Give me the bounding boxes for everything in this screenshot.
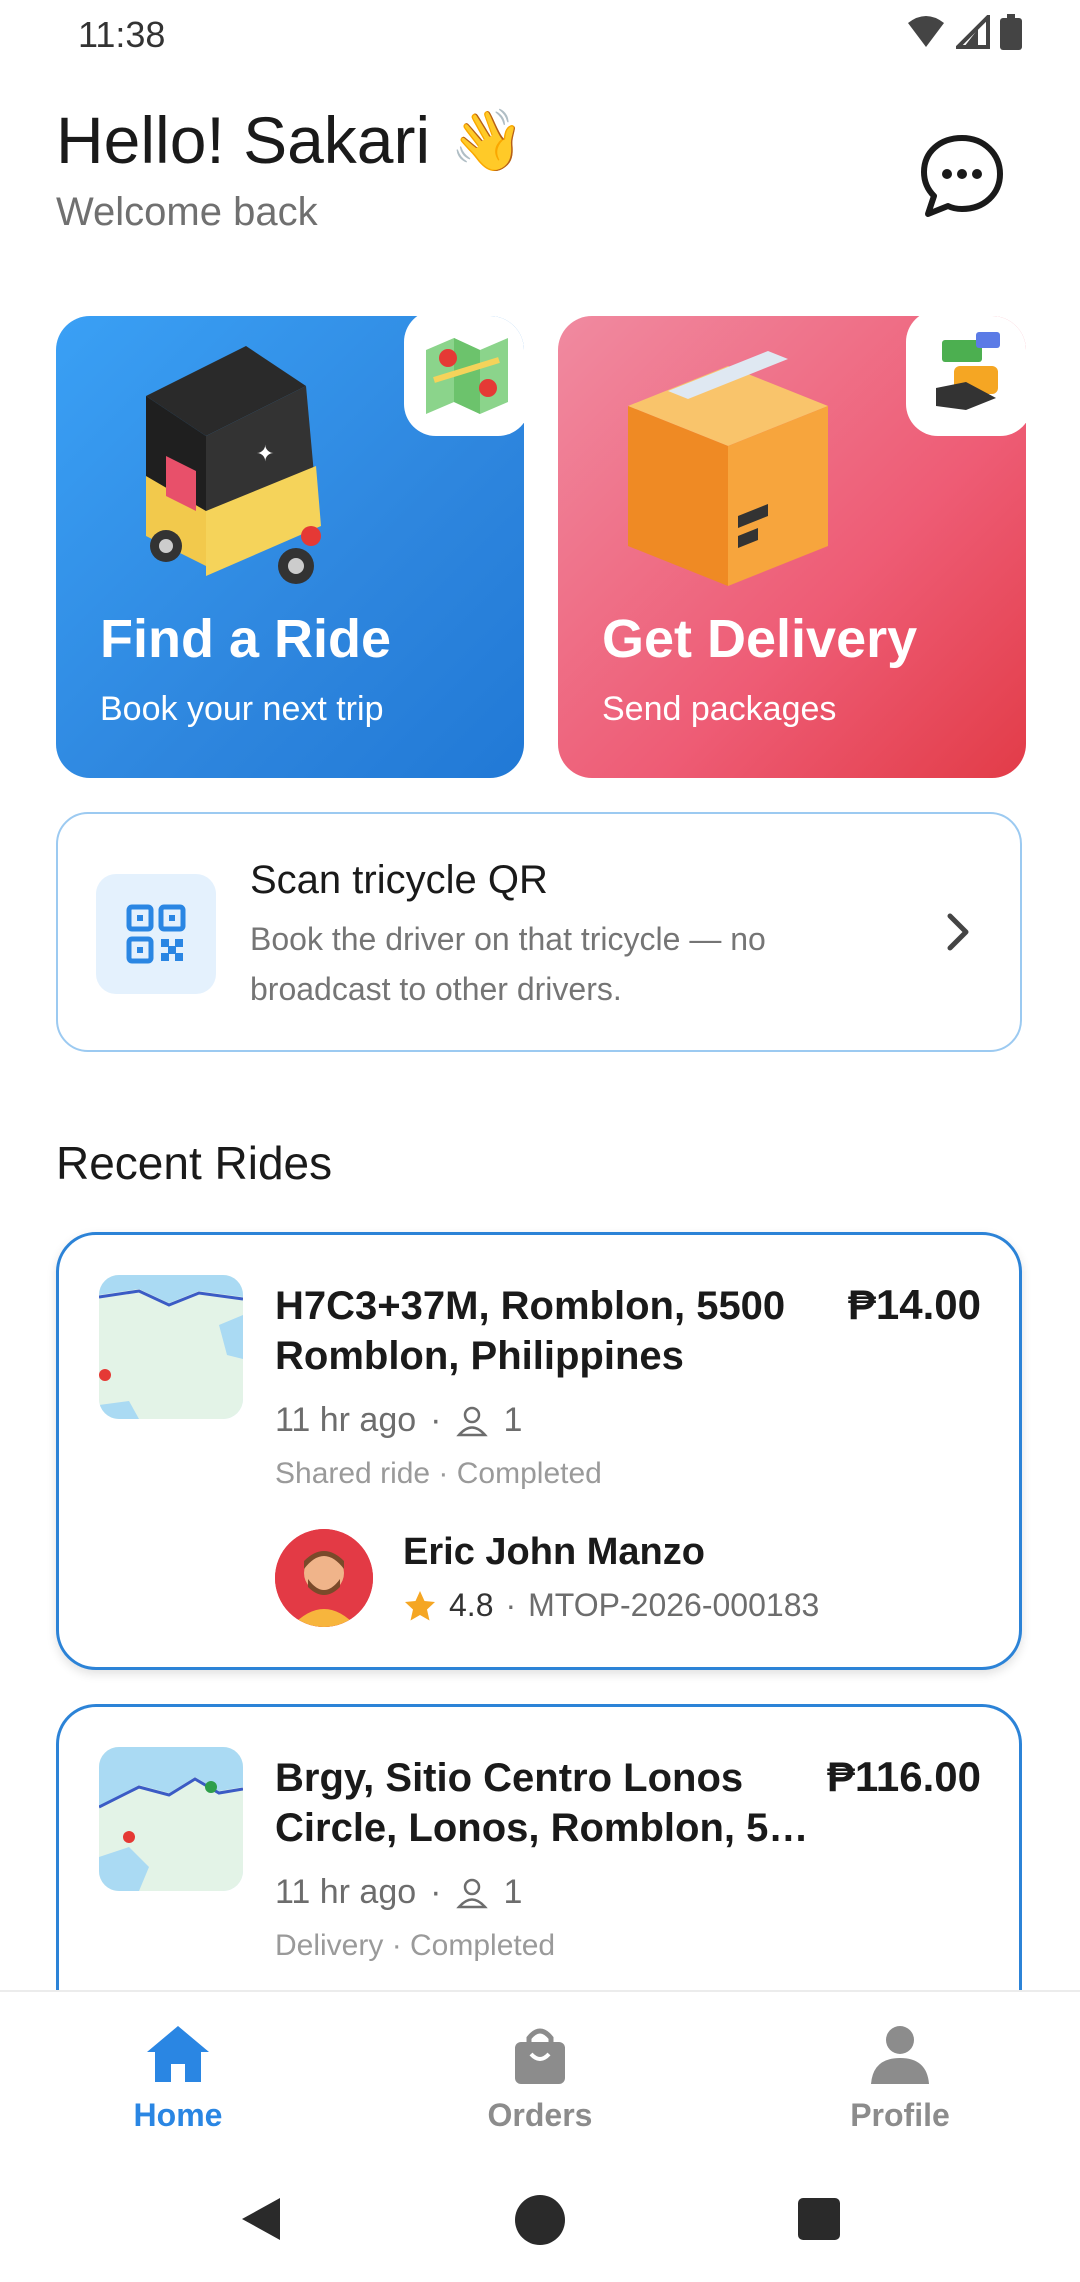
ride-passengers: 1: [503, 1873, 523, 1911]
ride-status: Shared ride · Completed: [275, 1457, 602, 1490]
dot-separator: ·: [505, 1587, 517, 1623]
ride-passengers: 1: [503, 1401, 523, 1439]
scan-qr-row[interactable]: Scan tricycle QR Book the driver on that…: [56, 812, 1022, 1052]
ride-meta: 11 hr ago · 1: [275, 1401, 522, 1440]
driver-meta: 4.8 · MTOP-2026-000183: [403, 1587, 819, 1624]
home-icon: [147, 2026, 209, 2082]
get-delivery-card[interactable]: Get Delivery Send packages: [558, 316, 1026, 778]
status-icons: [906, 14, 1022, 50]
tricycle-illustration: ✦: [146, 346, 321, 584]
wave-emoji: 👋: [450, 106, 525, 174]
ride-time-ago: 11 hr ago: [275, 1401, 417, 1439]
payment-badge: [906, 316, 1026, 436]
system-navigation-bar: [0, 2162, 1080, 2272]
wifi-icon: [908, 16, 944, 47]
ride-time-ago: 11 hr ago: [275, 1873, 417, 1911]
greeting: Hello! Sakari 👋: [56, 102, 525, 178]
scan-description: Book the driver on that tricycle — no br…: [250, 921, 766, 1007]
recent-ride-card[interactable]: Brgy, Sitio Centro Lonos Circle, Lonos, …: [56, 1704, 1022, 2034]
greeting-text: Hello! Sakari: [56, 103, 431, 177]
scan-title: Scan tricycle QR: [250, 858, 548, 902]
nav-home-label: Home: [133, 2097, 223, 2133]
nav-orders-label: Orders: [487, 2097, 593, 2133]
welcome-subtitle: Welcome back: [56, 190, 318, 234]
driver-name: Eric John Manzo: [403, 1531, 705, 1573]
ride-map-thumbnail: [99, 1747, 243, 1891]
recents-icon[interactable]: [796, 2196, 842, 2242]
nav-profile[interactable]: Profile: [800, 2022, 1000, 2134]
driver-rating: 4.8: [449, 1587, 494, 1623]
ride-map-thumbnail: [99, 1275, 243, 1419]
ride-status: Delivery · Completed: [275, 1929, 556, 1962]
nav-home[interactable]: Home: [78, 2022, 278, 2134]
find-ride-card[interactable]: ✦ Find a Ride Book your next trip: [56, 316, 524, 778]
person-icon: [456, 1878, 489, 1908]
status-time: 11:38: [78, 14, 166, 55]
nav-profile-label: Profile: [850, 2097, 950, 2133]
ride-address: H7C3+37M, Romblon, 5500 Romblon, Philipp…: [275, 1284, 786, 1378]
svg-text:✦: ✦: [256, 441, 274, 466]
nav-orders[interactable]: Orders: [440, 2022, 640, 2134]
qr-code-icon: [96, 874, 216, 994]
delivery-card-title: Get Delivery: [602, 609, 918, 669]
map-badge: [404, 316, 524, 436]
dot-separator: ·: [430, 1401, 442, 1439]
ride-card-subtitle: Book your next trip: [100, 690, 384, 728]
star-icon: [405, 1590, 435, 1620]
home-circle-icon[interactable]: [514, 2194, 566, 2246]
recent-rides-title: Recent Rides: [56, 1137, 333, 1189]
shopping-bag-icon: [515, 2028, 565, 2084]
ride-price: ₱116.00: [826, 1753, 981, 1800]
bottom-navigation: Home Orders Profile: [0, 1990, 1080, 2282]
map-icon: [426, 338, 508, 414]
package-illustration: [628, 351, 828, 586]
ride-address: Brgy, Sitio Centro Lonos Circle, Lonos, …: [275, 1756, 809, 1850]
ride-price: ₱14.00: [847, 1281, 981, 1328]
person-icon: [871, 2026, 929, 2084]
signal-icon: [956, 15, 990, 49]
delivery-card-subtitle: Send packages: [602, 690, 837, 728]
back-icon[interactable]: [238, 2194, 284, 2244]
recent-ride-card[interactable]: H7C3+37M, Romblon, 5500 Romblon, Philipp…: [56, 1232, 1022, 1670]
driver-avatar: [275, 1529, 373, 1627]
chevron-right-icon: [947, 913, 969, 951]
ride-card-title: Find a Ride: [100, 609, 392, 669]
chat-button[interactable]: [916, 130, 1008, 222]
driver-plate: MTOP-2026-000183: [528, 1587, 820, 1623]
chat-icon: [921, 135, 1003, 217]
ride-meta: 11 hr ago · 1: [275, 1873, 522, 1912]
person-icon: [456, 1406, 489, 1436]
cash-hand-icon: [936, 332, 1000, 410]
dot-separator: ·: [430, 1873, 442, 1911]
battery-icon: [1000, 14, 1022, 50]
